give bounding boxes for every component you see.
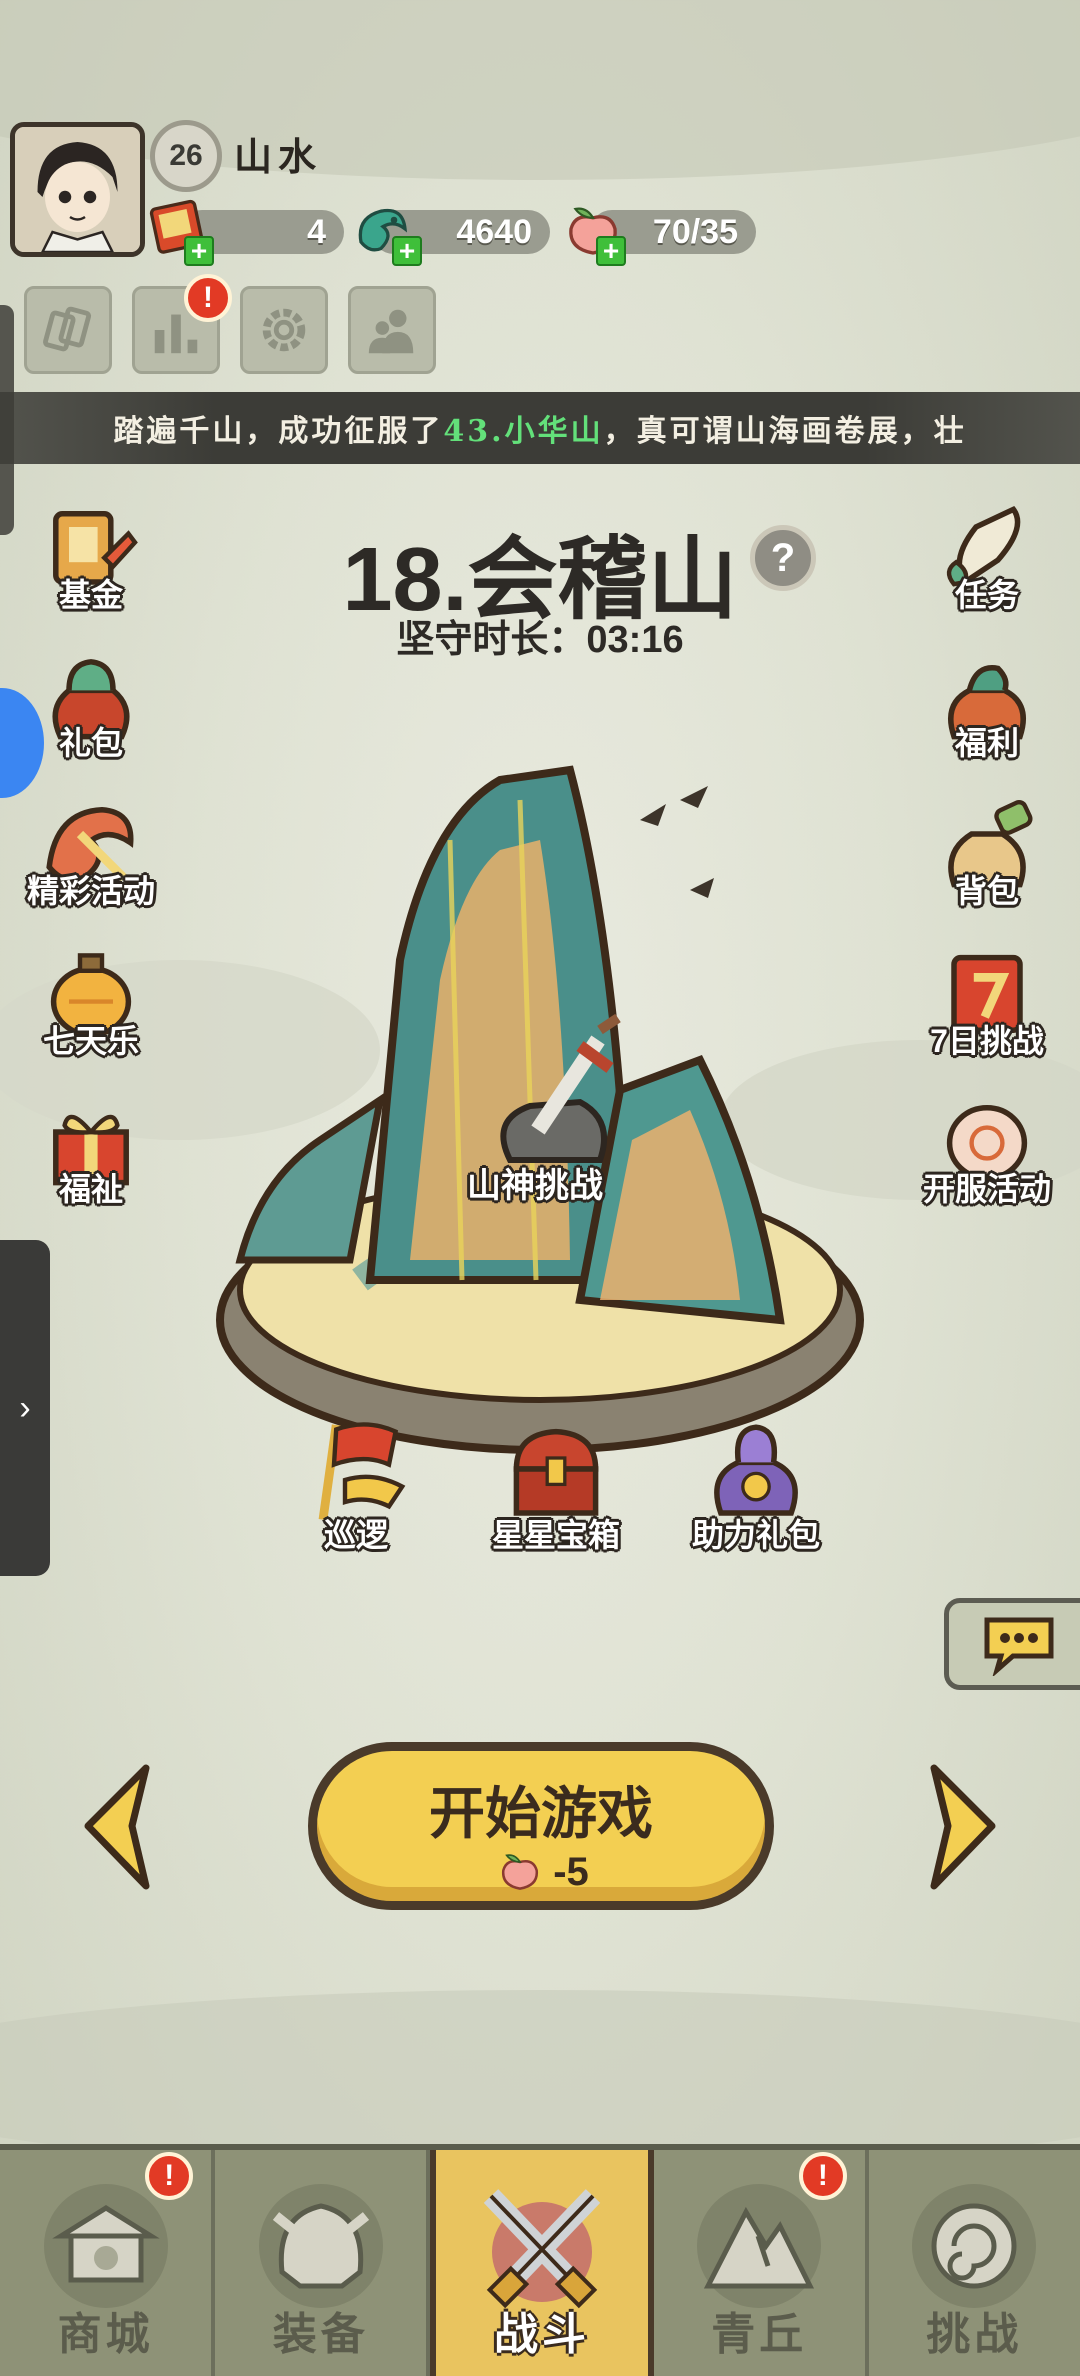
chat-button[interactable] (944, 1598, 1080, 1690)
chevron-right-icon: › (19, 1388, 31, 1427)
ranking-alert-badge: ! (184, 274, 232, 322)
help-button[interactable]: ? (750, 525, 816, 591)
treasure-chest-icon (513, 1428, 599, 1516)
server-open-event-button[interactable]: 开服活动 (912, 1088, 1062, 1228)
nav-tab-qingqiu[interactable]: 青丘 ! (654, 2150, 869, 2376)
ticker-suffix: ，真可谓山海画卷展，壮 (603, 414, 967, 449)
nav-label-equipment: 装备 (272, 2310, 369, 2359)
seven-day-joy-button[interactable]: 七天乐 (16, 940, 166, 1080)
patrol-button[interactable]: 巡逻 (266, 1414, 446, 1564)
bottom-navigation: 商城 ! 装备 战斗 青丘 ! 挑战 (0, 2144, 1080, 2376)
star-chest-button[interactable]: 星星宝箱 (466, 1414, 646, 1564)
nav-label-battle: 战斗 (494, 2310, 590, 2359)
star-chest-label: 星星宝箱 (491, 1517, 620, 1553)
shop-alert-badge: ! (145, 2152, 194, 2200)
fund-label: 基金 (58, 577, 123, 613)
avatar-portrait (15, 127, 140, 252)
start-game-label: 开始游戏 (429, 1782, 653, 1845)
player-level-badge: 26 (150, 120, 222, 192)
events-button[interactable]: 精彩活动 (16, 790, 166, 930)
nav-label-challenge: 挑战 (926, 2310, 1023, 2359)
patrol-label: 巡逻 (323, 1517, 388, 1553)
crossed-swords-icon (483, 2189, 601, 2309)
purple-pouch-icon (714, 1424, 798, 1516)
gear-icon (262, 308, 306, 352)
cards-icon (43, 306, 92, 352)
mountain-god-challenge-label[interactable]: 山神挑战 (430, 1158, 640, 1207)
start-game-button[interactable]: 开始游戏 -5 (308, 1742, 774, 1910)
support-gift-button[interactable]: 助力礼包 (666, 1414, 846, 1564)
gift-pack-label: 礼包 (58, 725, 123, 761)
player-name: 山水 (234, 137, 323, 179)
ticker-prefix: 踏遍千山，成功征服了 (113, 414, 444, 449)
nav-label-qingqiu: 青丘 (711, 2310, 808, 2359)
side-panel-toggle[interactable]: › (0, 1240, 50, 1576)
friends-button[interactable] (348, 286, 436, 374)
friends-icon (368, 309, 414, 354)
cards-button[interactable] (24, 286, 112, 374)
server-open-event-label: 开服活动 (922, 1171, 1051, 1207)
hold-duration-label: 坚守时长： (396, 619, 587, 661)
add-jade-button[interactable]: + (392, 235, 422, 266)
settings-button[interactable] (240, 286, 328, 374)
qingqiu-alert-badge: ! (798, 2152, 847, 2200)
hold-duration-time: 03:16 (586, 619, 684, 661)
spiral-orb-icon (912, 2184, 1037, 2308)
nav-label-shop: 商城 (57, 2310, 154, 2359)
resource-jade-value: 4640 (456, 212, 532, 251)
blessing-label: 福祉 (58, 1171, 123, 1207)
peach-cost-icon (502, 1854, 539, 1890)
chat-bubble-icon (984, 1617, 1054, 1676)
welfare-button[interactable]: 福利 (912, 642, 1062, 782)
resource-ticket-value: 4 (307, 212, 326, 251)
ticker-highlight: 43.小华山 (443, 414, 604, 449)
nav-tab-equipment[interactable]: 装备 (215, 2150, 431, 2376)
player-avatar[interactable] (10, 122, 145, 257)
start-cost: -5 (317, 1847, 765, 1897)
nav-tab-shop[interactable]: 商城 ! (0, 2150, 216, 2376)
helmet-icon (258, 2184, 383, 2308)
add-ticket-button[interactable]: + (184, 235, 214, 266)
tasks-button[interactable]: 任务 (912, 494, 1062, 634)
support-gift-label: 助力礼包 (691, 1517, 820, 1553)
tasks-label: 任务 (954, 577, 1019, 613)
welfare-label: 福利 (954, 725, 1019, 761)
seven-day-joy-label: 七天乐 (42, 1023, 139, 1059)
prev-stage-button[interactable] (78, 1762, 158, 1892)
seven-day-challenge-button[interactable]: 7日挑战 (912, 940, 1062, 1080)
resource-peach-value: 70/35 (652, 212, 738, 251)
nav-tab-battle[interactable]: 战斗 (430, 2150, 654, 2376)
backpack-button[interactable]: 背包 (912, 790, 1062, 930)
events-label: 精彩活动 (26, 873, 155, 909)
nav-tab-challenge[interactable]: 挑战 (869, 2150, 1080, 2376)
next-stage-button[interactable] (922, 1762, 1002, 1892)
start-cost-value: -5 (553, 1849, 589, 1894)
gift-pack-button[interactable]: 礼包 (16, 642, 166, 782)
flag-icon (318, 1422, 406, 1521)
seven-day-challenge-label: 7日挑战 (930, 1023, 1044, 1059)
blessing-button[interactable]: 福祉 (16, 1088, 166, 1228)
news-ticker: 踏遍千山，成功征服了 43.小华山 ，真可谓山海画卷展，壮 (0, 392, 1080, 464)
fund-button[interactable]: 基金 (16, 494, 166, 634)
add-peach-button[interactable]: + (596, 235, 626, 266)
backpack-label: 背包 (954, 873, 1019, 909)
